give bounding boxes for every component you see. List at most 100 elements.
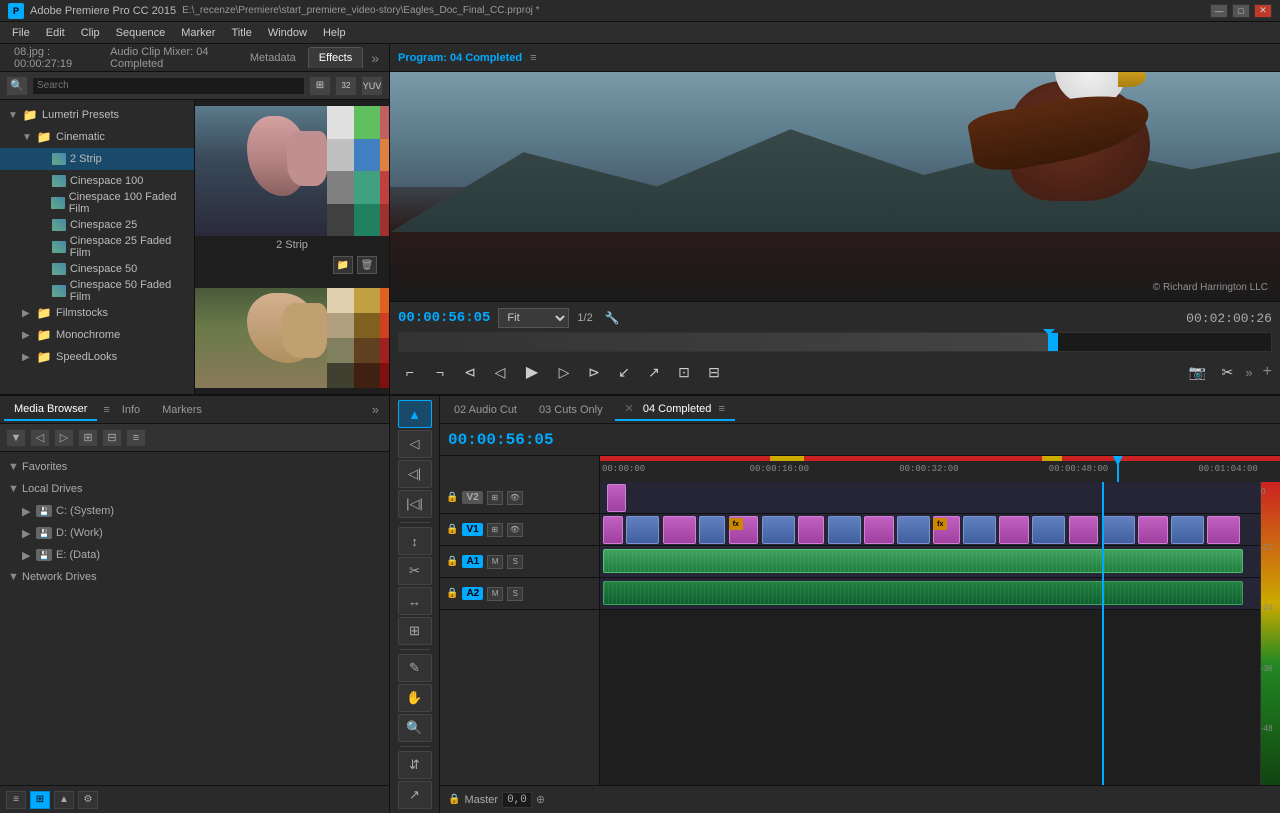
lift-button[interactable]: ⊡: [672, 360, 696, 384]
hand-tool[interactable]: ✋: [398, 684, 432, 712]
v1-clip-14[interactable]: [1032, 516, 1065, 544]
tree-cinespace100faded[interactable]: Cinespace 100 Faded Film: [0, 192, 194, 214]
v1-sync-btn[interactable]: ⊞: [487, 523, 503, 537]
mark-in-button[interactable]: ⌐: [398, 360, 422, 384]
program-timecode[interactable]: 00:00:56:05: [398, 310, 490, 326]
tab-mixer[interactable]: Audio Clip Mixer: 04 Completed: [100, 42, 238, 74]
menu-help[interactable]: Help: [315, 25, 354, 41]
menu-title[interactable]: Title: [223, 25, 259, 41]
forward-btn[interactable]: ▷: [54, 429, 74, 447]
v1-clip-19[interactable]: [1207, 516, 1240, 544]
zoom-tool[interactable]: 🔍: [398, 714, 432, 742]
tab-close-icon[interactable]: ✕: [625, 403, 634, 415]
v1-eye-btn[interactable]: 👁: [507, 523, 523, 537]
lock-icon-v2[interactable]: 🔒: [446, 492, 458, 503]
slide-tool[interactable]: ⊞: [398, 617, 432, 645]
track-select-tool[interactable]: ◁: [398, 430, 432, 458]
tab-metadata[interactable]: Metadata: [240, 48, 306, 68]
menu-clip[interactable]: Clip: [73, 25, 108, 41]
tree-cinematic[interactable]: ▼ 📁 Cinematic: [0, 126, 194, 148]
mark-out-button[interactable]: ¬: [428, 360, 452, 384]
slip-tool[interactable]: ↔: [398, 587, 432, 615]
tab-source[interactable]: 08.jpg : 00:00:27:19: [4, 42, 98, 74]
v1-clip-16[interactable]: [1102, 516, 1135, 544]
ruler-area[interactable]: 00:00:00 00:00:16:00 00:00:32:00 00:00:4…: [600, 456, 1280, 482]
tree-filmstocks[interactable]: ▶ 📁 Filmstocks: [0, 302, 194, 324]
back-btn[interactable]: ◁: [30, 429, 50, 447]
maximize-button[interactable]: □: [1232, 4, 1250, 18]
v1-clip-8[interactable]: [828, 516, 861, 544]
media-tab-overflow[interactable]: »: [366, 400, 385, 419]
insert-button[interactable]: ↙: [612, 360, 636, 384]
local-drives-group[interactable]: ▼ Local Drives: [0, 478, 389, 500]
tab-03-cuts-only[interactable]: 03 Cuts Only: [529, 400, 613, 420]
rolling-edit-tool[interactable]: |◁|: [398, 490, 432, 518]
v1-track[interactable]: fx fx: [600, 514, 1260, 546]
v1-clip-2[interactable]: [626, 516, 659, 544]
network-drives-group[interactable]: ▼ Network Drives: [0, 566, 389, 588]
favorites-group[interactable]: ▼ Favorites: [0, 456, 389, 478]
v1-clip-6[interactable]: [762, 516, 795, 544]
yuv-btn[interactable]: YUV: [361, 76, 383, 96]
close-button[interactable]: ✕: [1254, 4, 1272, 18]
effects-search-input[interactable]: [32, 77, 305, 95]
a1-mute-btn[interactable]: M: [487, 555, 503, 569]
tree-2strip[interactable]: 2 Strip: [0, 148, 194, 170]
menu-file[interactable]: File: [4, 25, 38, 41]
tab-menu-icon[interactable]: ≡: [718, 403, 724, 415]
menu-window[interactable]: Window: [260, 25, 315, 41]
program-menu-icon[interactable]: ≡: [530, 52, 536, 64]
program-scrubber[interactable]: [398, 332, 1272, 352]
d-drive[interactable]: ▶ 💾 D: (Work): [0, 522, 389, 544]
list-btn[interactable]: ≡: [126, 429, 146, 447]
tree-cinespace50faded[interactable]: Cinespace 50 Faded Film: [0, 280, 194, 302]
c-drive[interactable]: ▶ 💾 C: (System): [0, 500, 389, 522]
a2-clip[interactable]: fx: [603, 581, 1243, 605]
tree-lumetri-presets[interactable]: ▼ 📁 Lumetri Presets: [0, 104, 194, 126]
save-preset-btn[interactable]: 📁: [333, 256, 353, 274]
v2-track[interactable]: [600, 482, 1260, 514]
tab-effects[interactable]: Effects: [308, 47, 363, 68]
lock-icon-a2[interactable]: 🔒: [446, 588, 458, 599]
a2-solo-btn[interactable]: S: [507, 587, 523, 601]
e-drive[interactable]: ▶ 💾 E: (Data): [0, 544, 389, 566]
menu-edit[interactable]: Edit: [38, 25, 73, 41]
filter-btn[interactable]: ⊞: [78, 429, 98, 447]
timeline-timecode[interactable]: 00:00:56:05: [448, 431, 554, 449]
lock-icon-a1[interactable]: 🔒: [446, 556, 458, 567]
v1-clip-10[interactable]: [897, 516, 930, 544]
menu-marker[interactable]: Marker: [173, 25, 223, 41]
a2-mute-btn[interactable]: M: [487, 587, 503, 601]
v1-clip-1[interactable]: [603, 516, 623, 544]
export-frame-button[interactable]: 📷: [1185, 360, 1209, 384]
play-button[interactable]: ▶: [518, 358, 546, 386]
a1-solo-btn[interactable]: S: [507, 555, 523, 569]
tab-02-audio-cut[interactable]: 02 Audio Cut: [444, 400, 527, 420]
snap-tool[interactable]: ↗: [398, 781, 432, 809]
v2-sync-btn[interactable]: ⊞: [487, 491, 503, 505]
thumbnail-btn[interactable]: ⊟: [102, 429, 122, 447]
delete-preset-btn[interactable]: 🗑: [357, 256, 377, 274]
v1-clip-9[interactable]: [864, 516, 894, 544]
tab-markers[interactable]: Markers: [152, 400, 212, 420]
v1-clip-7[interactable]: [798, 516, 824, 544]
tree-cinespace100[interactable]: Cinespace 100: [0, 170, 194, 192]
tab-04-completed[interactable]: ✕ 04 Completed ≡: [615, 398, 735, 421]
go-in-button[interactable]: ⊲: [458, 360, 482, 384]
tab-media-browser[interactable]: Media Browser: [4, 399, 97, 421]
overwrite-button[interactable]: ↗: [642, 360, 666, 384]
v1-clip-18[interactable]: [1171, 516, 1204, 544]
v2-eye-btn[interactable]: 👁: [507, 491, 523, 505]
tree-cinespace50[interactable]: Cinespace 50: [0, 258, 194, 280]
select-tool[interactable]: ▲: [398, 400, 432, 428]
media-browser-menu-icon[interactable]: ≡: [103, 404, 109, 416]
add-button[interactable]: +: [1263, 363, 1272, 381]
a2-label[interactable]: A2: [462, 587, 483, 600]
v1-label[interactable]: V1: [462, 523, 482, 536]
v1-clip-17[interactable]: [1138, 516, 1168, 544]
v1-clip-4[interactable]: [699, 516, 725, 544]
bit-depth-btn[interactable]: 32: [335, 76, 357, 96]
dropdown-btn[interactable]: ▼: [6, 429, 26, 447]
v1-clip-3[interactable]: [663, 516, 696, 544]
more-controls-btn[interactable]: »: [1245, 365, 1252, 380]
